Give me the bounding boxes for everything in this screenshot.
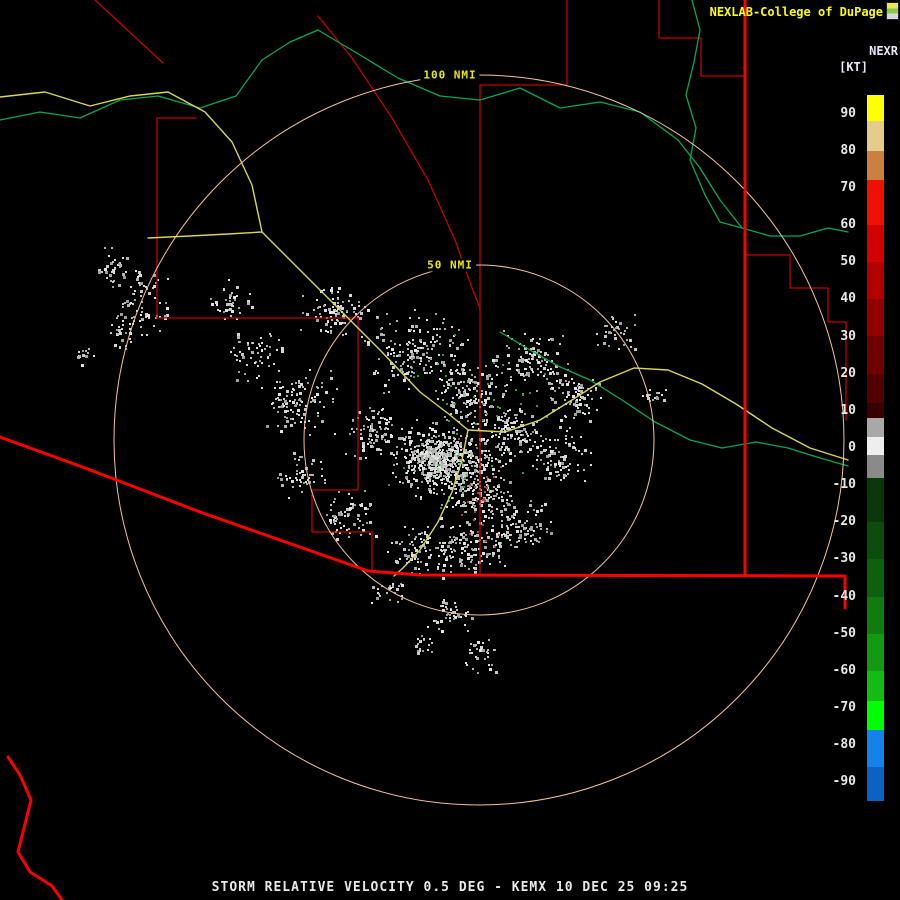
colorbar-segment [867,262,884,300]
colorbar-tick-label: 70 [840,179,856,195]
status-bar: STORM RELATIVE VELOCITY 0.5 DEG - KEMX 1… [211,880,689,895]
colorbar-tick-label: 60 [840,217,856,233]
colorbar-tick-label: -90 [832,774,856,790]
colorbar-segment [867,700,884,731]
radar-echo-layer [77,247,667,674]
range-ring-label: 50 NMI [424,258,476,272]
colorbar-segment [867,559,884,597]
colorbar-segment [867,522,884,560]
colorbar-segment [867,418,884,437]
colorbar-segment [867,670,884,701]
colorbar-tick-label: 20 [840,365,856,381]
colorbar-segment [867,336,884,374]
colorbar-segment [867,225,884,263]
colorbar-segment [867,633,884,671]
colorbar-segment [867,373,884,404]
colorbar-tick-label: -20 [832,514,856,530]
colorbar-tick-label: 50 [840,254,856,270]
radar-map [0,0,849,900]
colorbar-segment [867,299,884,337]
colorbar-tick-label: 80 [840,142,856,158]
colorbar-segment [867,95,884,121]
colorbar-tick-label: -30 [832,551,856,567]
product-code-label: NEXR [869,44,898,58]
colorbar-segment [867,121,884,151]
colorbar-tick-label: -50 [832,625,856,641]
highways-layer [0,91,849,577]
colorbar-tick-label: -10 [832,477,856,493]
colorbar-segment [867,455,884,478]
colorbar-segment [867,403,884,419]
velocity-colorbar [867,95,884,801]
colorbar-segment [867,150,884,181]
cod-logo-icon [886,2,899,20]
colorbar-segment [867,180,884,226]
colorbar-segment [867,436,884,456]
colorbar-scale: 90 80 70 60 50 40 30 20 10 0 -10 -20 -30 -40 -50 -60 -70… [818,95,856,801]
colorbar-tick-label: -80 [832,737,856,753]
radar-display: NEXLAB-College of DuPage NEXR [KT] 90 80 7… [0,0,900,900]
units-label: [KT] [839,60,868,74]
state-borders-layer [0,0,847,900]
colorbar-segment [867,477,884,523]
brand-text: NEXLAB-College of DuPage [709,5,883,19]
colorbar-tick-label: 0 [848,440,856,455]
range-ring-label: 100 NMI [420,68,480,82]
colorbar-tick-label: -40 [832,588,856,604]
colorbar-segment [867,767,884,801]
colorbar-segment [867,730,884,768]
colorbar-tick-label: 10 [840,402,856,418]
colorbar-segment [867,596,884,634]
colorbar-tick-label: 40 [840,291,856,307]
colorbar-tick-label: -70 [832,700,856,716]
colorbar-tick-label: 90 [840,105,856,121]
colorbar-tick-label: 30 [840,328,856,344]
colorbar-tick-label: -60 [832,662,856,678]
